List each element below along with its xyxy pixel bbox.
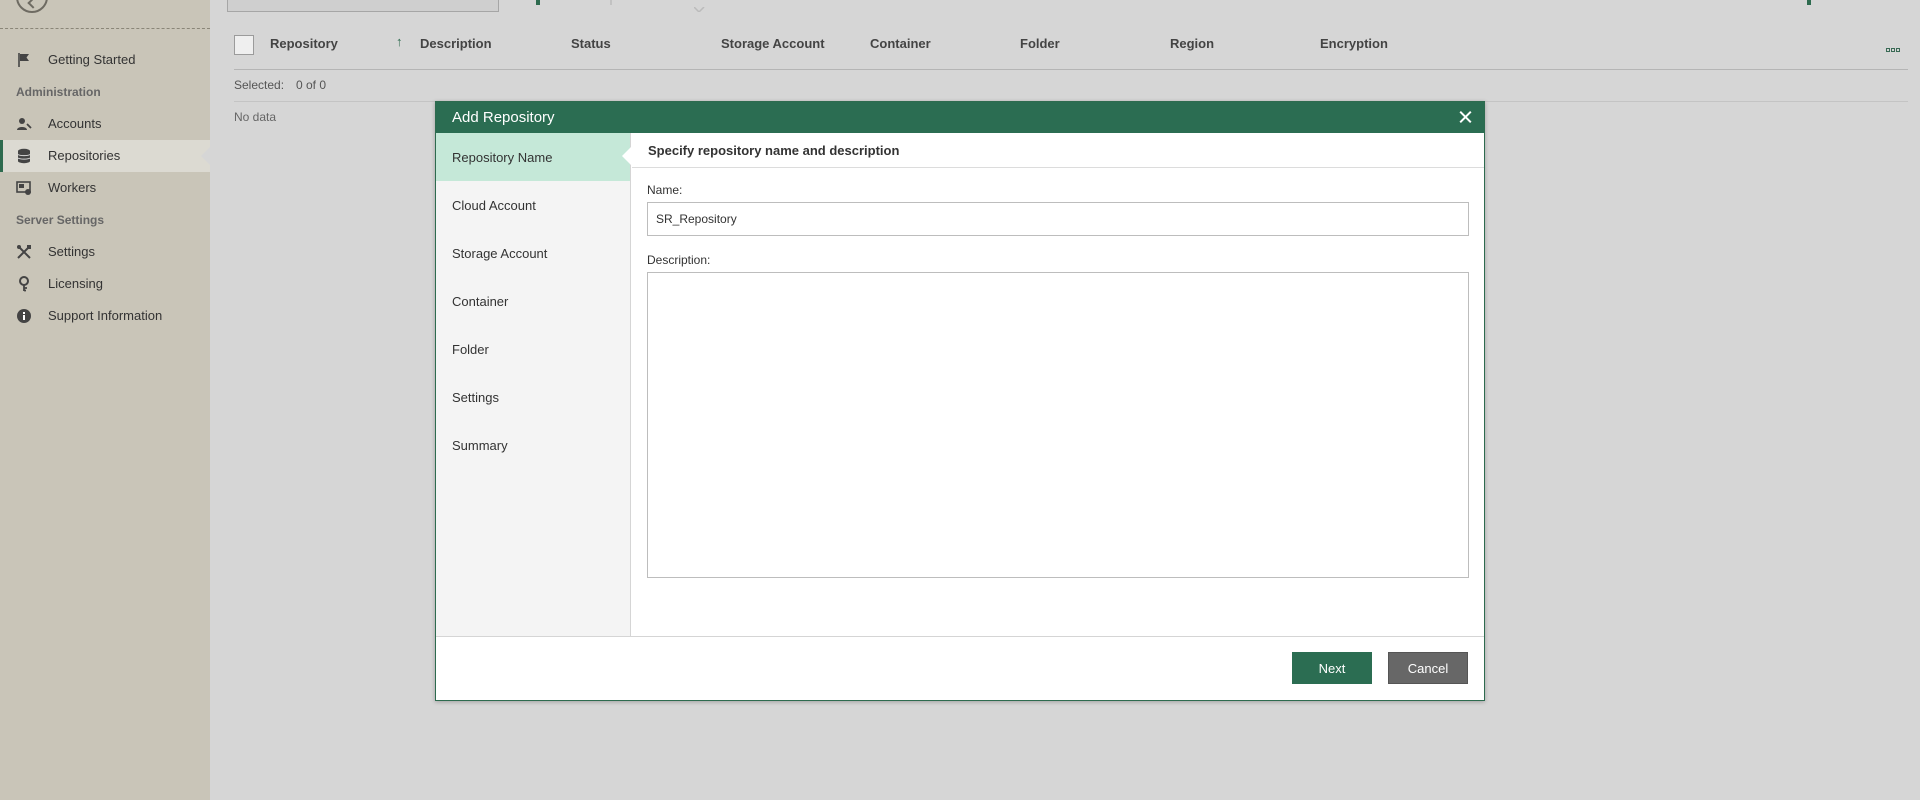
selection-status: Selected: 0 of 0 — [234, 72, 1908, 102]
step-label: Cloud Account — [452, 198, 536, 213]
step-folder[interactable]: Folder — [436, 325, 630, 373]
description-input[interactable] — [647, 272, 1469, 578]
step-heading: Specify repository name and description — [648, 143, 900, 158]
toolbar-remove-icon[interactable] — [693, 0, 708, 13]
dialog-title: Add Repository — [452, 109, 555, 126]
selected-label: Selected: — [234, 78, 285, 92]
sidebar-item-label: Workers — [48, 180, 97, 195]
add-repository-dialog: Add Repository Repository Name Cloud Acc… — [435, 101, 1485, 701]
close-icon[interactable] — [1454, 106, 1476, 128]
dialog-footer: Next Cancel — [436, 636, 1484, 700]
sidebar-item-accounts[interactable]: Accounts — [0, 108, 210, 140]
sort-ascending-icon: ↑ — [396, 34, 403, 49]
sidebar-item-label: Support Information — [48, 308, 163, 323]
step-cloud-account[interactable]: Cloud Account — [436, 181, 630, 229]
database-icon — [16, 148, 32, 164]
cancel-button[interactable]: Cancel — [1388, 652, 1468, 684]
step-label: Repository Name — [452, 150, 553, 165]
back-icon[interactable] — [16, 0, 48, 13]
workers-icon — [16, 180, 32, 196]
section-header-administration: Administration — [16, 85, 101, 99]
sidebar-item-label: Repositories — [48, 148, 121, 163]
column-status[interactable]: Status — [571, 36, 611, 51]
tools-icon — [16, 244, 32, 260]
sidebar-item-label: Settings — [48, 244, 95, 259]
step-label: Summary — [452, 438, 508, 453]
key-icon — [16, 276, 32, 292]
sidebar-item-getting-started[interactable]: Getting Started — [0, 44, 210, 76]
step-label: Settings — [452, 390, 499, 405]
next-button[interactable]: Next — [1292, 652, 1372, 684]
toolbar-right-icon[interactable] — [1807, 0, 1811, 5]
step-label: Container — [452, 294, 509, 309]
toolbar-add-icon[interactable] — [536, 0, 540, 5]
column-encryption[interactable]: Encryption — [1320, 36, 1388, 51]
step-summary[interactable]: Summary — [436, 421, 630, 469]
step-storage-account[interactable]: Storage Account — [436, 229, 630, 277]
sidebar-item-repositories[interactable]: Repositories — [0, 140, 211, 172]
step-repository-name[interactable]: Repository Name — [436, 133, 631, 181]
sidebar-item-label: Licensing — [48, 276, 103, 291]
accounts-icon — [16, 116, 32, 132]
sidebar-item-label: Getting Started — [48, 52, 136, 67]
empty-message: No data — [234, 110, 277, 124]
search-input[interactable] — [227, 0, 499, 12]
sidebar: Getting Started Administration Accounts … — [0, 0, 211, 800]
description-label: Description: — [647, 253, 711, 267]
sidebar-item-licensing[interactable]: Licensing — [0, 268, 210, 300]
step-settings[interactable]: Settings — [436, 373, 630, 421]
dialog-title-bar: Add Repository — [436, 102, 1484, 133]
select-all-checkbox[interactable] — [234, 35, 254, 55]
column-folder[interactable]: Folder — [1020, 36, 1060, 51]
flag-icon — [16, 52, 32, 68]
sidebar-item-settings[interactable]: Settings — [0, 236, 210, 268]
step-label: Storage Account — [452, 246, 548, 261]
sidebar-item-label: Accounts — [48, 116, 102, 131]
sidebar-item-workers[interactable]: Workers — [0, 172, 210, 204]
grid-header: Repository ↑ Description Status Storage … — [234, 28, 1908, 70]
column-container[interactable]: Container — [870, 36, 931, 51]
column-chooser-icon[interactable] — [1886, 40, 1904, 52]
column-storage-account[interactable]: Storage Account — [721, 36, 825, 51]
selected-count: 0 of 0 — [296, 78, 327, 92]
back-area — [0, 0, 210, 29]
step-heading-bar: Specify repository name and description — [632, 133, 1484, 168]
column-description[interactable]: Description — [420, 36, 492, 51]
name-input[interactable] — [647, 202, 1469, 236]
step-label: Folder — [452, 342, 489, 357]
toolbar-edit-icon[interactable] — [610, 0, 618, 5]
wizard-steps: Repository Name Cloud Account Storage Ac… — [436, 133, 631, 636]
name-label: Name: — [647, 183, 683, 197]
column-repository[interactable]: Repository — [270, 36, 338, 51]
column-region[interactable]: Region — [1170, 36, 1214, 51]
step-container[interactable]: Container — [436, 277, 630, 325]
section-header-server-settings: Server Settings — [16, 213, 105, 227]
sidebar-item-support-information[interactable]: Support Information — [0, 300, 210, 332]
info-icon — [16, 308, 32, 324]
